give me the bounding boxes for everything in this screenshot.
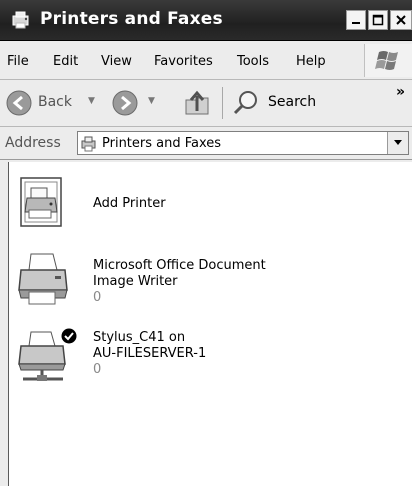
forward-button[interactable]: ▼ (112, 85, 164, 121)
explorer-window: Printers and Faxes File Edit View Favori… (0, 0, 412, 486)
title-bar[interactable]: Printers and Faxes (0, 0, 412, 41)
menu-help[interactable]: Help (296, 54, 326, 69)
back-arrow-icon (6, 90, 32, 116)
printer-job-count: 0 (93, 290, 102, 305)
default-printer-check-icon (61, 328, 77, 344)
printer-name-line1: Microsoft Office Document (93, 258, 266, 273)
menu-file[interactable]: File (7, 54, 29, 69)
printers-folder-icon (12, 11, 29, 29)
back-label: Back (38, 94, 72, 110)
printer-name-line1: Stylus_C41 on (93, 330, 186, 345)
address-dropdown-button[interactable] (387, 132, 408, 154)
search-button[interactable]: Search (230, 85, 330, 121)
windows-flag-icon (375, 51, 398, 70)
printer-name-line2: Image Writer (93, 274, 178, 289)
close-button[interactable] (390, 10, 412, 30)
back-dropdown-icon[interactable]: ▼ (88, 96, 95, 106)
menu-view[interactable]: View (101, 54, 132, 69)
maximize-button[interactable] (368, 10, 388, 30)
add-printer-icon (20, 177, 62, 227)
forward-dropdown-icon[interactable]: ▼ (148, 96, 155, 106)
windows-logo (364, 44, 412, 77)
menu-edit[interactable]: Edit (53, 54, 78, 69)
back-button[interactable]: Back ▼ (4, 85, 104, 121)
address-value: Printers and Faxes (102, 136, 222, 151)
forward-arrow-icon (112, 90, 138, 116)
menu-bar: File Edit View Favorites Tools Help (0, 41, 412, 80)
minimize-button[interactable] (346, 10, 366, 30)
address-bar: Address Printers and Faxes (0, 127, 412, 160)
printers-folder-icon (81, 136, 96, 152)
printer-icon (18, 253, 68, 305)
printer-list: Add Printer Microsoft Office Document Im… (8, 162, 412, 486)
search-icon (233, 91, 257, 115)
address-field[interactable]: Printers and Faxes (77, 131, 409, 155)
chevron-down-icon (394, 140, 402, 145)
address-label: Address (5, 135, 61, 151)
up-folder-icon (185, 90, 209, 115)
toolbar-separator (222, 87, 223, 119)
list-item-add-printer[interactable]: Add Printer (9, 176, 389, 248)
maximize-icon (372, 14, 384, 26)
list-item-printer[interactable]: Stylus_C41 on AU-FILESERVER-1 0 (9, 326, 389, 398)
printer-name-line2: AU-FILESERVER-1 (93, 346, 207, 361)
menu-favorites[interactable]: Favorites (154, 54, 213, 69)
minimize-icon (352, 22, 360, 24)
list-item-printer[interactable]: Microsoft Office Document Image Writer 0 (9, 250, 389, 322)
toolbar-overflow-chevron[interactable]: » (396, 84, 405, 100)
printer-name: Add Printer (93, 196, 166, 211)
close-icon (396, 15, 406, 25)
window-title: Printers and Faxes (40, 9, 223, 29)
standard-toolbar: Back ▼ ▼ Search » (0, 80, 412, 127)
menu-tools[interactable]: Tools (237, 54, 269, 69)
printer-job-count: 0 (93, 362, 102, 377)
up-folder-button[interactable] (180, 85, 214, 121)
search-label: Search (268, 94, 317, 110)
